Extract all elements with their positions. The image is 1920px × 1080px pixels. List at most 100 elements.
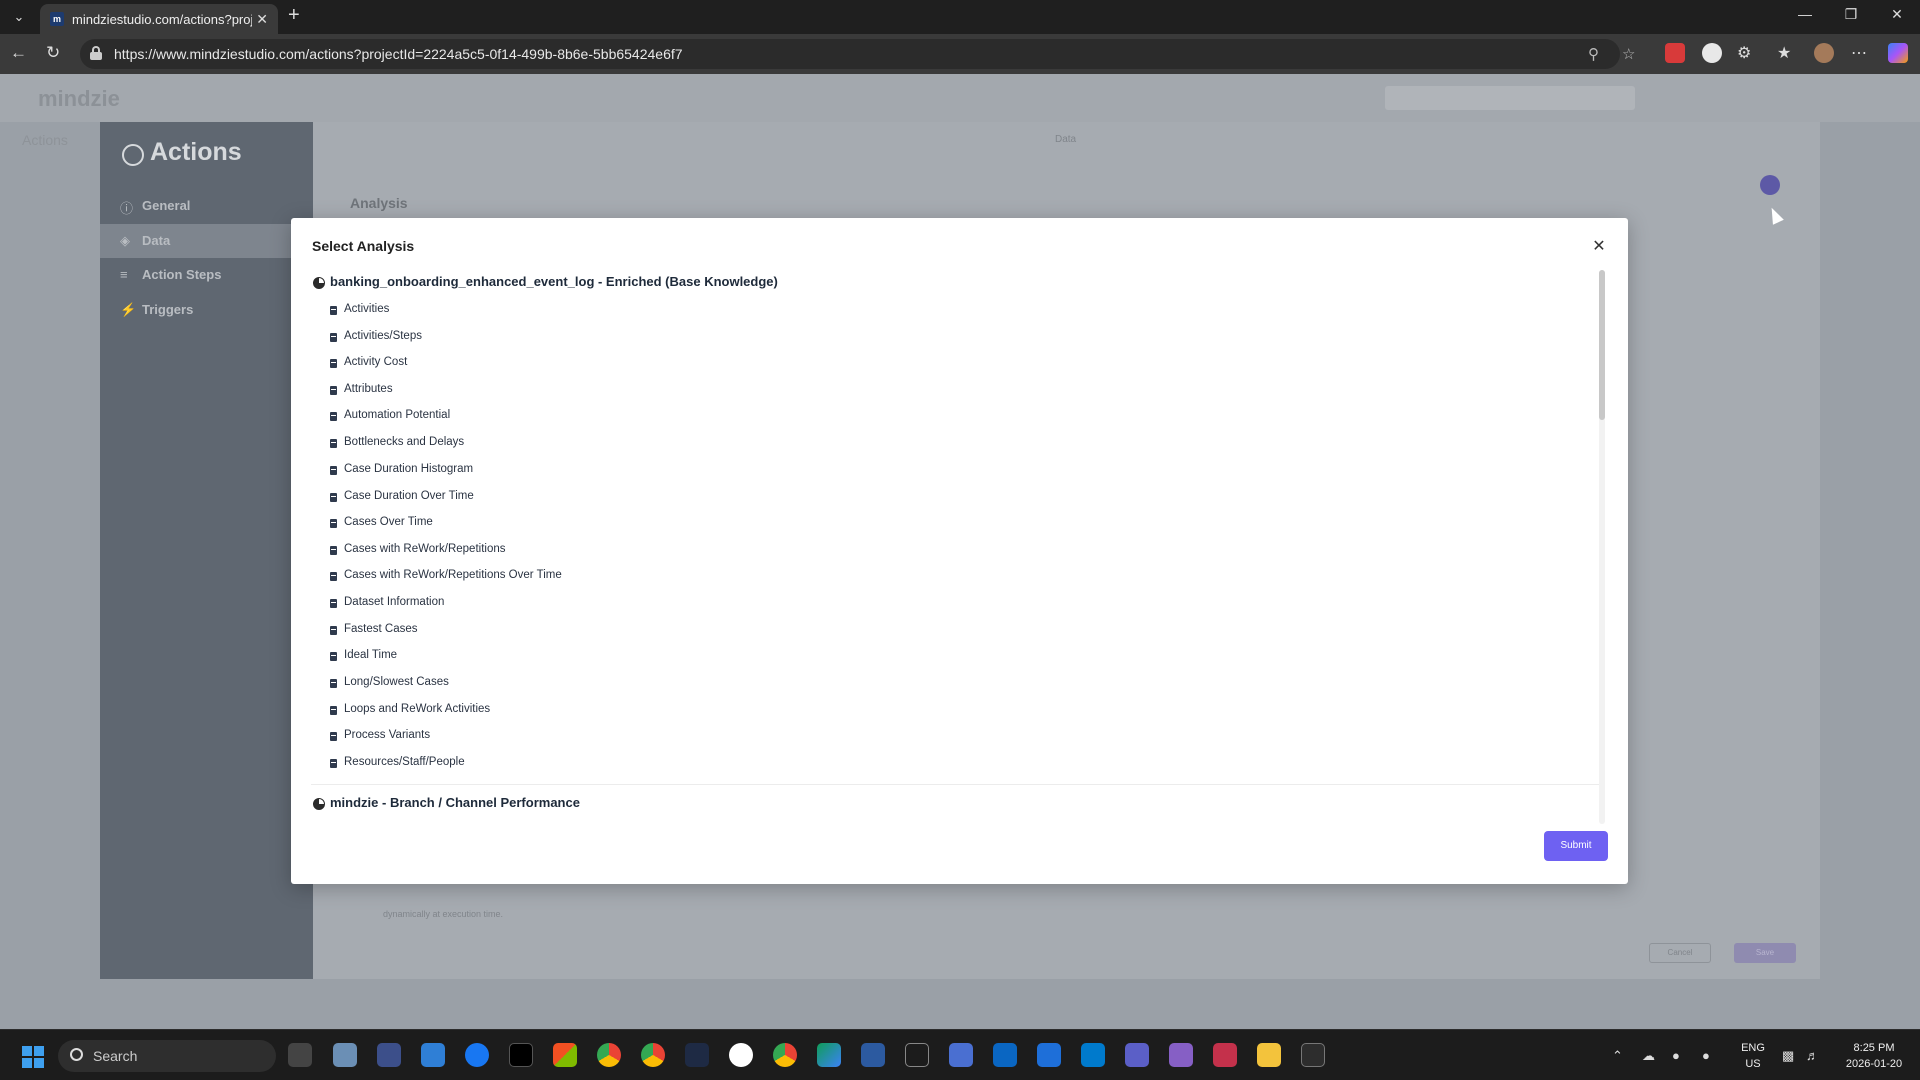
analysis-group-header[interactable]: banking_onboarding_enhanced_event_log - … — [311, 273, 1601, 295]
analysis-item[interactable]: Cases Over Time — [311, 513, 911, 535]
onedrive-icon[interactable]: ☁ — [1642, 1048, 1655, 1064]
analysis-item[interactable]: Automation Potential — [311, 406, 911, 428]
analysis-item[interactable]: Long/Slowest Cases — [311, 673, 911, 695]
facebook-icon[interactable] — [465, 1043, 489, 1067]
dataset-pie-icon — [313, 277, 325, 289]
analysis-item[interactable]: Activities — [311, 300, 911, 322]
powershell-icon[interactable] — [861, 1043, 885, 1067]
analysis-item-label: Activities — [344, 303, 390, 315]
windows-start-icon[interactable] — [22, 1046, 44, 1068]
restore-icon[interactable]: ❐ — [1836, 6, 1866, 23]
browser-tab[interactable]: m mindziestudio.com/actions?proje ✕ — [40, 4, 278, 34]
sidebar-item-data[interactable]: ◈ Data — [100, 224, 313, 258]
analysis-group-header[interactable]: mindzie - Branch / Channel Performance — [311, 794, 1601, 816]
analysis-section-title: Analysis — [350, 195, 408, 211]
taskbar-app-icon[interactable] — [333, 1043, 357, 1067]
chrome-icon[interactable] — [597, 1043, 621, 1067]
edge-icon[interactable] — [817, 1043, 841, 1067]
file-explorer-icon[interactable] — [1257, 1043, 1281, 1067]
favorites-icon[interactable]: ★ — [1777, 43, 1797, 63]
cancel-button[interactable]: Cancel — [1649, 943, 1711, 963]
outlook-icon[interactable] — [993, 1043, 1017, 1067]
extension-badge-icon[interactable] — [1665, 43, 1685, 63]
analysis-item[interactable]: Ideal Time — [311, 646, 911, 668]
analysis-item[interactable]: Resources/Staff/People — [311, 753, 911, 775]
scrollbar-thumb[interactable] — [1599, 270, 1605, 420]
chrome-icon[interactable] — [641, 1043, 665, 1067]
group-divider — [311, 784, 1601, 785]
window-close-icon[interactable]: ✕ — [1882, 6, 1912, 23]
profile-avatar[interactable] — [1814, 43, 1834, 63]
language-indicator[interactable]: ENG — [1737, 1042, 1769, 1054]
visual-studio-icon[interactable] — [1169, 1043, 1193, 1067]
save-button[interactable]: Save — [1734, 943, 1796, 963]
analysis-item[interactable]: Activity Cost — [311, 353, 911, 375]
taskbar-app-icon[interactable] — [1037, 1043, 1061, 1067]
taskbar-app-icon[interactable] — [421, 1043, 445, 1067]
sidebar-item-label: Data — [142, 233, 171, 248]
app-search-input[interactable] — [1385, 86, 1635, 110]
url-field[interactable]: https://www.mindziestudio.com/actions?pr… — [80, 39, 1635, 69]
network-icon[interactable]: ▩ — [1782, 1048, 1794, 1064]
notebook-icon — [330, 679, 337, 688]
taskbar-search[interactable]: Search — [58, 1040, 276, 1072]
analysis-item[interactable]: Case Duration Histogram — [311, 460, 911, 482]
chrome-icon[interactable] — [773, 1043, 797, 1067]
copilot-icon[interactable] — [1888, 43, 1908, 63]
taskbar-app-icon[interactable] — [288, 1043, 312, 1067]
back-arrow-icon[interactable]: ← — [10, 43, 27, 63]
sidebar-item-triggers[interactable]: ⚡ Triggers — [100, 293, 313, 327]
chatgpt-icon[interactable] — [729, 1043, 753, 1067]
more-menu-icon[interactable]: ⋯ — [1851, 43, 1871, 63]
taskbar-app-icon[interactable] — [1213, 1043, 1237, 1067]
microphone-icon[interactable]: ● — [1702, 1048, 1710, 1063]
vscode-icon[interactable] — [1081, 1043, 1105, 1067]
new-tab-icon[interactable]: + — [288, 4, 300, 27]
taskbar-app-icon[interactable] — [949, 1043, 973, 1067]
favorite-star-icon[interactable]: ☆ — [1622, 45, 1635, 63]
tab-close-icon[interactable]: ✕ — [256, 11, 268, 28]
panel-tab-title: Data — [1055, 134, 1077, 145]
taskbar-app-icon[interactable] — [685, 1043, 709, 1067]
taskbar-app-icon[interactable] — [905, 1043, 929, 1067]
lock-icon[interactable] — [90, 46, 102, 60]
analysis-item-label: Activities/Steps — [344, 330, 422, 342]
sidebar-item-general[interactable]: ⓘ General — [100, 189, 313, 223]
grammarly-icon[interactable] — [1702, 43, 1722, 63]
analysis-item-label: Cases with ReWork/Repetitions — [344, 543, 506, 555]
submit-button[interactable]: Submit — [1544, 831, 1608, 861]
teams-icon[interactable] — [1125, 1043, 1149, 1067]
notebook-icon — [330, 333, 337, 342]
refresh-icon[interactable]: ↻ — [46, 43, 60, 63]
add-analysis-button[interactable] — [1760, 175, 1780, 195]
analysis-item[interactable]: Attributes — [311, 380, 911, 402]
tray-chevron-up-icon[interactable]: ⌃ — [1612, 1048, 1623, 1064]
notebook-icon — [330, 599, 337, 608]
sidebar-item-action-steps[interactable]: ≡ Action Steps — [100, 258, 313, 292]
minimize-icon[interactable]: — — [1790, 6, 1820, 22]
terminal-icon[interactable] — [1301, 1043, 1325, 1067]
close-icon[interactable]: ✕ — [1590, 238, 1608, 256]
extensions-puzzle-icon[interactable]: ⚙ — [1737, 43, 1757, 63]
analysis-item[interactable]: Dataset Information — [311, 593, 911, 615]
taskbar-app-icon[interactable] — [553, 1043, 577, 1067]
analysis-item[interactable]: Cases with ReWork/Repetitions Over Time — [311, 566, 911, 588]
taskbar-app-icon[interactable] — [509, 1043, 533, 1067]
analysis-item[interactable]: Fastest Cases — [311, 620, 911, 642]
notebook-icon — [330, 439, 337, 448]
tray-app-icon[interactable]: ● — [1672, 1048, 1680, 1063]
modal-scrollbar[interactable] — [1599, 270, 1605, 824]
tab-list-chevron-icon[interactable]: ⌄ — [8, 6, 30, 28]
volume-icon[interactable]: ♬ — [1806, 1048, 1819, 1063]
actions-sidebar: Actions ⓘ General ◈ Data ≡ Action Steps … — [100, 122, 313, 979]
taskbar-app-icon[interactable] — [377, 1043, 401, 1067]
analysis-item[interactable]: Loops and ReWork Activities — [311, 700, 911, 722]
analysis-item[interactable]: Case Duration Over Time — [311, 487, 911, 509]
analysis-item[interactable]: Cases with ReWork/Repetitions — [311, 540, 911, 562]
analysis-item[interactable]: Bottlenecks and Delays — [311, 433, 911, 455]
analysis-list[interactable]: banking_onboarding_enhanced_event_log - … — [311, 270, 1601, 824]
analysis-item[interactable]: Activities/Steps — [311, 327, 911, 349]
clock-time[interactable]: 8:25 PM — [1836, 1042, 1912, 1054]
zoom-icon[interactable]: ⚲ — [1588, 45, 1599, 63]
analysis-item[interactable]: Process Variants — [311, 726, 911, 748]
